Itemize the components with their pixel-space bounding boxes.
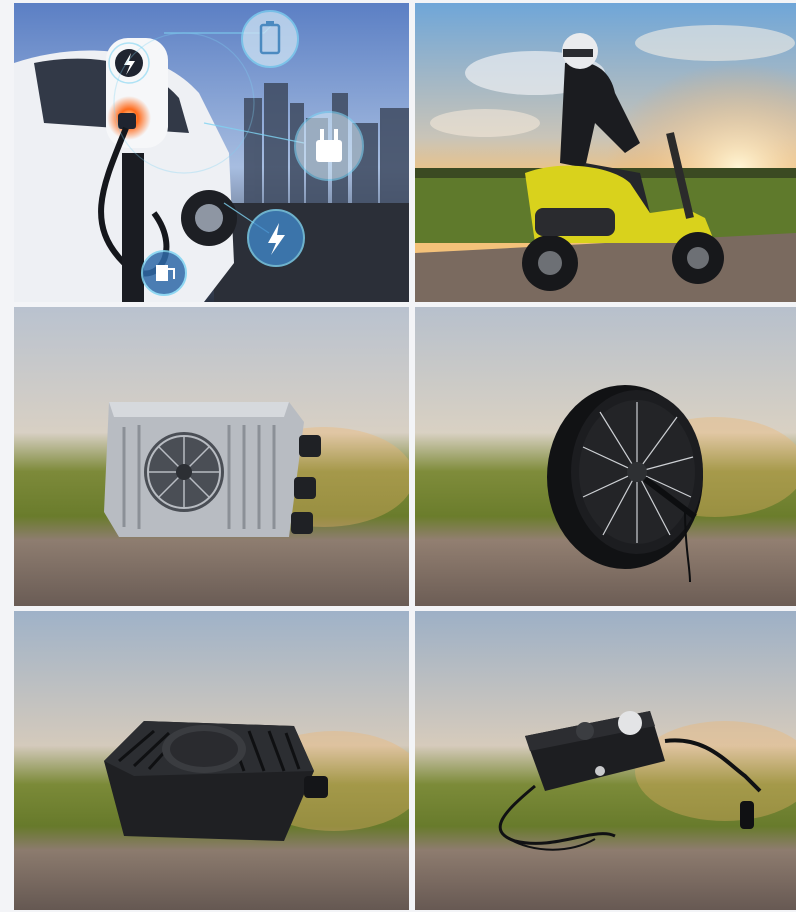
hub-motor-photo[interactable] [415, 307, 796, 606]
battery-icon [241, 10, 299, 68]
charger-icon [141, 250, 187, 296]
aluminum-charger-scene [14, 307, 409, 606]
compact-charger-photo[interactable] [415, 611, 796, 910]
product-image-grid [14, 3, 796, 910]
ev-charging-scene [14, 3, 409, 302]
plug-icon [294, 111, 364, 181]
aluminum-charger-photo[interactable] [14, 307, 409, 606]
scooter-rider-photo[interactable] [415, 3, 796, 302]
ev-charging-photo[interactable] [14, 3, 409, 302]
scooter-scene [415, 3, 796, 302]
black-charger-photo[interactable] [14, 611, 409, 910]
black-charger-scene [14, 611, 409, 910]
bolt-icon [247, 209, 305, 267]
compact-charger-scene [415, 611, 796, 910]
aluminum-charger [104, 402, 321, 537]
hub-motor-scene [415, 307, 796, 606]
